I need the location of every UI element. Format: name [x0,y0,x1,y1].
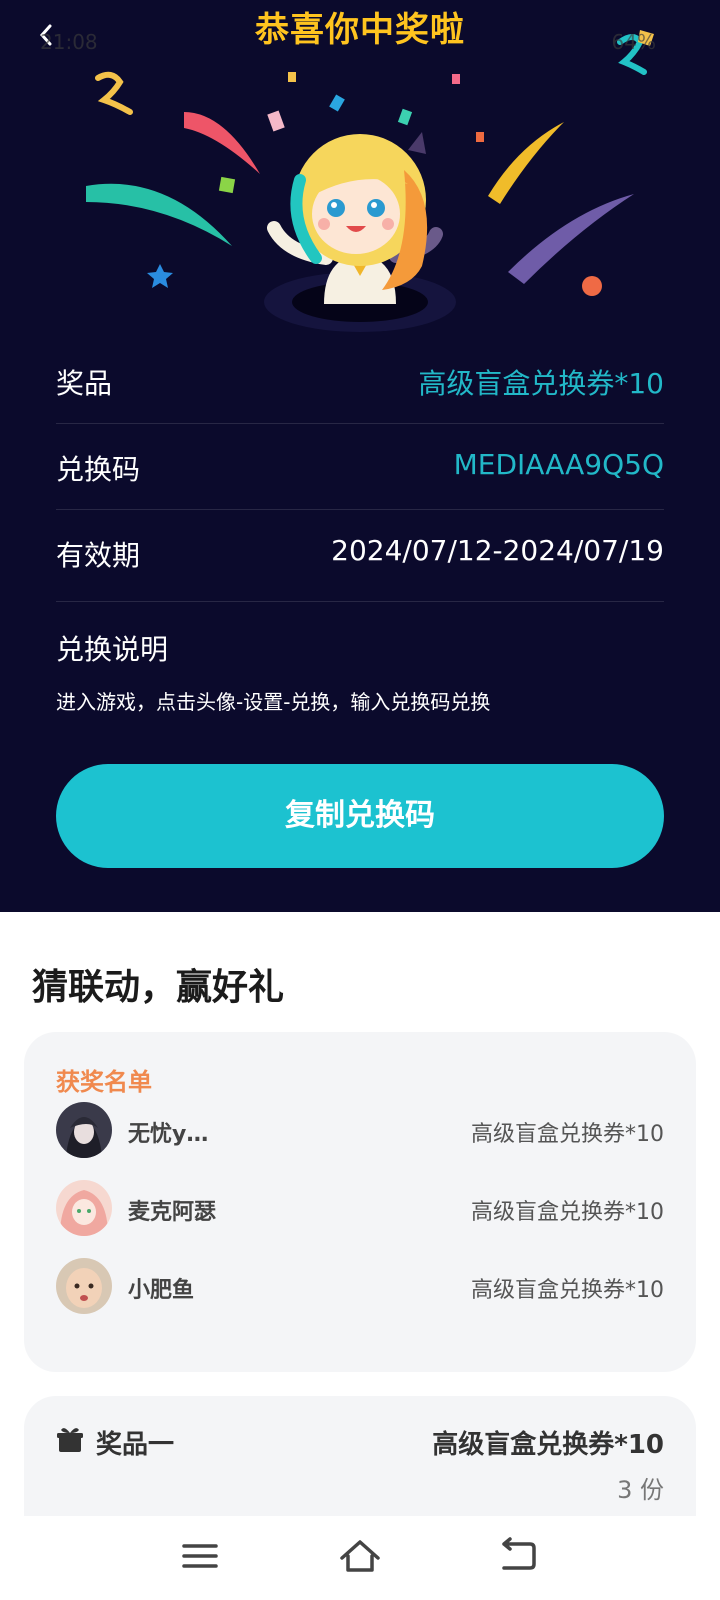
winner-name: 麦克阿瑟 [128,1200,217,1225]
system-nav-bar [0,1516,720,1600]
validity-value: 2024/07/12-2024/07/19 [331,534,664,567]
prize-tier-card: 奖品一 高级盲盒兑换券*10 3 份 [24,1396,696,1516]
validity-row: 有效期 2024/07/12-2024/07/19 [56,510,664,602]
prize-value: 高级盲盒兑换券*10 [418,367,664,400]
gift-icon [57,1428,83,1452]
prize-row: 奖品 高级盲盒兑换券*10 [56,338,664,424]
winner-item[interactable]: 小肥鱼 高级盲盒兑换券*10 [56,1258,664,1314]
section-title: 猜联动，赢好礼 [32,967,285,1008]
winner-name: 无忧y… [128,1122,209,1147]
copy-code-button[interactable]: 复制兑换码 [56,764,664,868]
validity-label: 有效期 [56,539,141,572]
prize-tier-value: 高级盲盒兑换券*10 [432,1430,664,1460]
winners-title: 获奖名单 [56,1068,152,1096]
redeem-code[interactable]: MEDIAAA9Q5Q [454,448,664,481]
redeem-instructions-text: 进入游戏，点击头像-设置-兑换，输入兑换码兑换 [56,690,491,714]
avatar[interactable] [56,1258,112,1314]
code-row: 兑换码 MEDIAAA9Q5Q [56,424,664,510]
winner-prize: 高级盲盒兑换券*10 [471,1122,664,1147]
prize-hero: 恭喜你中奖啦 21:08 64% 奖品 高级盲盒兑换券*10 兑换码 MEDIA… [0,0,720,912]
winners-list-card: 获奖名单 无忧y… 高级盲盒兑换券*10 麦克阿瑟 高级盲盒兑换券*10 小肥鱼… [24,1032,696,1372]
prize-details: 奖品 高级盲盒兑换券*10 兑换码 MEDIAAA9Q5Q 有效期 2024/0… [56,338,664,602]
avatar[interactable] [56,1102,112,1158]
battery-level: 64% [611,30,656,54]
back-icon[interactable] [494,1536,542,1576]
winner-prize: 高级盲盒兑换券*10 [471,1278,664,1303]
status-time: 21:08 [40,30,98,54]
winner-name: 小肥鱼 [128,1278,195,1303]
redeem-instructions-title: 兑换说明 [56,633,169,666]
winner-item[interactable]: 麦克阿瑟 高级盲盒兑换券*10 [56,1180,664,1236]
status-bar: 21:08 64% [0,24,720,56]
menu-icon[interactable] [176,1536,224,1576]
avatar[interactable] [56,1180,112,1236]
winner-item[interactable]: 无忧y… 高级盲盒兑换券*10 [56,1102,664,1158]
prize-label: 奖品 [56,367,113,400]
prize-tier-count: 3 份 [617,1476,664,1504]
home-icon[interactable] [336,1536,384,1576]
prize-tier-label: 奖品一 [96,1430,175,1460]
winner-prize: 高级盲盒兑换券*10 [471,1200,664,1225]
code-label: 兑换码 [56,453,141,486]
